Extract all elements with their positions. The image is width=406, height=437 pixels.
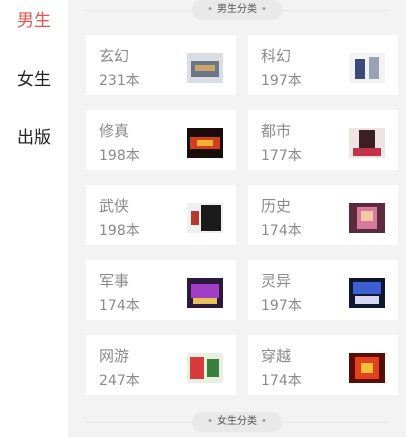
book-cover-image: [187, 53, 223, 83]
book-cover-image: [349, 278, 385, 308]
category-name: 科幻: [261, 47, 292, 65]
book-cover-image: [349, 128, 385, 158]
section-title: 女生分类: [217, 416, 257, 427]
category-card-wuxia[interactable]: 武侠 198本: [86, 185, 236, 245]
category-card-wangyou[interactable]: 网游 247本: [86, 335, 236, 395]
category-name: 修真: [99, 122, 130, 140]
book-cover-image: [187, 128, 223, 158]
category-card-xuanhuan[interactable]: 玄幻 231本: [86, 35, 236, 95]
category-count: 197本: [261, 298, 302, 314]
category-name: 玄幻: [99, 47, 130, 65]
category-card-xiuzhen[interactable]: 修真 198本: [86, 110, 236, 170]
category-count: 198本: [99, 148, 140, 164]
book-cover-image: [187, 353, 223, 383]
category-count: 197本: [261, 73, 302, 89]
category-name: 穿越: [261, 347, 292, 365]
category-panel: • 男生分类 • 玄幻 231本 科幻 197本 修真 198本 都市 177本 武…: [68, 0, 406, 437]
category-count: 231本: [99, 73, 140, 89]
sidebar-item-female[interactable]: 女生: [0, 65, 68, 90]
book-cover-image: [349, 53, 385, 83]
category-name: 武侠: [99, 197, 130, 215]
category-name: 都市: [261, 122, 292, 140]
section-header-female: • 女生分类 •: [86, 412, 388, 432]
category-sidebar: 男生 女生 出版: [0, 0, 68, 437]
section-pill: • 女生分类 •: [192, 412, 282, 432]
category-count: 177本: [261, 148, 302, 164]
category-name: 军事: [99, 272, 130, 290]
book-cover-image: [187, 278, 223, 308]
section-header-male: • 男生分类 •: [86, 0, 388, 20]
book-cover-image: [187, 203, 223, 233]
book-cover-image: [349, 203, 385, 233]
category-card-kehuan[interactable]: 科幻 197本: [248, 35, 398, 95]
sidebar-item-male[interactable]: 男生: [0, 6, 68, 31]
section-pill: • 男生分类 •: [192, 0, 282, 20]
category-card-lingyi[interactable]: 灵异 197本: [248, 260, 398, 320]
sidebar-item-publish[interactable]: 出版: [0, 123, 68, 148]
category-name: 网游: [99, 347, 130, 365]
category-card-dushi[interactable]: 都市 177本: [248, 110, 398, 170]
category-count: 174本: [99, 298, 140, 314]
category-name: 灵异: [261, 272, 292, 290]
category-count: 247本: [99, 373, 140, 389]
category-name: 历史: [261, 197, 292, 215]
category-card-lishi[interactable]: 历史 174本: [248, 185, 398, 245]
category-card-junshi[interactable]: 军事 174本: [86, 260, 236, 320]
book-cover-image: [349, 353, 385, 383]
category-count: 174本: [261, 373, 302, 389]
section-title: 男生分类: [217, 4, 257, 15]
category-card-chuanyue[interactable]: 穿越 174本: [248, 335, 398, 395]
category-count: 198本: [99, 223, 140, 239]
category-count: 174本: [261, 223, 302, 239]
